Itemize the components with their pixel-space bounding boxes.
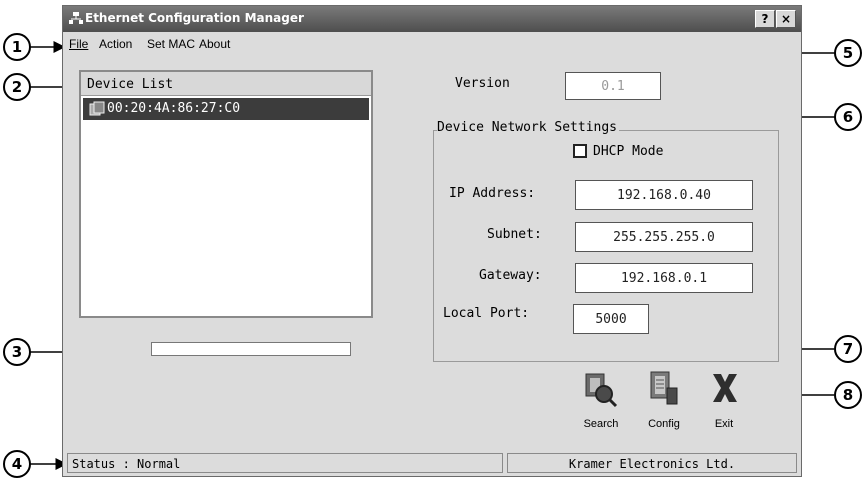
config-button[interactable]: Config	[635, 368, 693, 438]
version-field: 0.1	[565, 72, 661, 100]
status-text: Status : Normal	[67, 453, 503, 473]
callout-2: 2	[3, 73, 31, 101]
title-bar[interactable]: Ethernet Configuration Manager ? ×	[63, 6, 801, 32]
exit-label: Exit	[714, 418, 734, 430]
config-label: Config	[648, 418, 680, 430]
callout-6: 6	[834, 103, 862, 131]
progress-bar	[151, 342, 351, 356]
gateway-label: Gateway:	[479, 268, 542, 283]
device-icon	[89, 101, 105, 116]
dhcp-checkbox[interactable]	[573, 144, 587, 158]
exit-x-icon	[713, 374, 737, 402]
callout-1: 1	[3, 33, 31, 61]
app-window: Ethernet Configuration Manager ? × File …	[62, 5, 802, 477]
help-button[interactable]: ?	[755, 10, 775, 28]
callout-5: 5	[834, 39, 862, 67]
menu-set-mac[interactable]: Set MAC	[147, 37, 195, 51]
menu-action[interactable]: Action	[99, 37, 132, 51]
device-list-item[interactable]: 00:20:4A:86:27:C0	[83, 98, 369, 120]
company-text: Kramer Electronics Ltd.	[507, 453, 797, 473]
menu-bar: File Action Set MAC About	[63, 33, 801, 55]
ip-address-field[interactable]: 192.168.0.40	[575, 180, 753, 210]
subnet-label: Subnet:	[487, 227, 542, 242]
close-button[interactable]: ×	[776, 10, 796, 28]
gateway-field[interactable]: 192.168.0.1	[575, 263, 753, 293]
search-button[interactable]: Search	[572, 368, 630, 438]
callout-7: 7	[834, 335, 862, 363]
menu-file[interactable]: File	[69, 37, 88, 51]
network-icon	[69, 12, 83, 24]
local-port-field[interactable]: 5000	[573, 304, 649, 334]
window-title: Ethernet Configuration Manager	[85, 11, 304, 25]
local-port-label: Local Port:	[443, 306, 530, 321]
callout-8: 8	[834, 381, 862, 409]
exit-button[interactable]: Exit	[695, 368, 753, 438]
menu-about[interactable]: About	[199, 37, 230, 51]
callout-3: 3	[3, 338, 31, 366]
callout-4: 4	[3, 450, 31, 478]
device-list-header: Device List	[81, 72, 371, 96]
search-icon	[585, 373, 618, 408]
dhcp-label: DHCP Mode	[593, 144, 664, 159]
device-list[interactable]: Device List 00:20:4A:86:27:C0	[79, 70, 373, 318]
config-icon	[650, 371, 678, 405]
network-settings-label: Device Network Settings	[437, 120, 620, 135]
search-label: Search	[583, 418, 619, 430]
subnet-field[interactable]: 255.255.255.0	[575, 222, 753, 252]
version-label: Version	[455, 76, 510, 91]
ip-address-label: IP Address:	[449, 186, 536, 201]
device-mac-address: 00:20:4A:86:27:C0	[107, 101, 241, 116]
